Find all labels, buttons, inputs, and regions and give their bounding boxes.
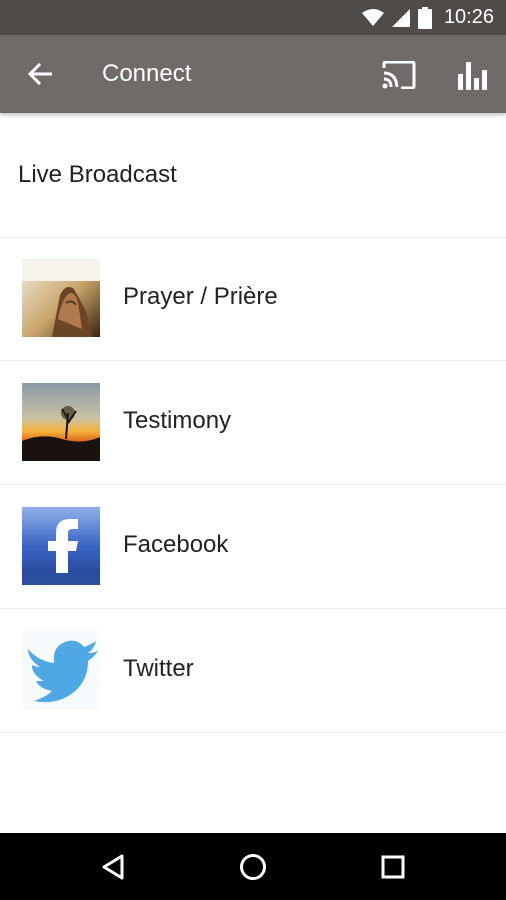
list-item-label: Twitter: [123, 655, 194, 682]
prayer-thumbnail: [22, 259, 100, 337]
list-item-label: Facebook: [123, 531, 229, 558]
list-item-prayer[interactable]: Prayer / Prière: [0, 237, 506, 361]
status-icons: 10:26: [361, 0, 494, 35]
recents-square-icon: [381, 855, 405, 879]
nav-home-button[interactable]: [229, 843, 277, 891]
back-triangle-icon: [100, 853, 126, 881]
cast-button[interactable]: [379, 55, 419, 95]
facebook-thumbnail: [22, 507, 100, 585]
status-time: 10:26: [443, 6, 494, 28]
app-toolbar: Connect: [0, 35, 506, 113]
list-item-twitter[interactable]: Twitter: [0, 609, 506, 733]
list-item-testimony[interactable]: Testimony: [0, 361, 506, 485]
section-title: Live Broadcast: [18, 161, 177, 188]
signal-icon: [391, 8, 410, 27]
nav-back-button[interactable]: [89, 843, 137, 891]
wifi-icon: [361, 8, 384, 27]
list-item-facebook[interactable]: Facebook: [0, 485, 506, 609]
list-item-label: Testimony: [123, 407, 232, 434]
bar-chart-icon: [456, 60, 490, 90]
arrow-back-icon: [27, 63, 53, 85]
system-nav-bar: [0, 833, 506, 900]
stats-button[interactable]: [453, 55, 493, 95]
home-circle-icon: [239, 853, 267, 881]
testimony-thumbnail: [22, 383, 100, 461]
twitter-thumbnail: [22, 631, 100, 709]
nav-recents-button[interactable]: [369, 843, 417, 891]
list-item-label: Prayer / Prière: [123, 283, 278, 310]
status-bar: 10:26: [0, 0, 506, 35]
live-broadcast-header[interactable]: Live Broadcast: [0, 113, 506, 238]
connect-list: Prayer / Prière Testimony Facebook Twitt…: [0, 237, 506, 733]
back-button[interactable]: [20, 54, 60, 94]
battery-icon: [417, 6, 432, 29]
cast-icon: [382, 61, 416, 89]
page-title: Connect: [102, 60, 192, 87]
